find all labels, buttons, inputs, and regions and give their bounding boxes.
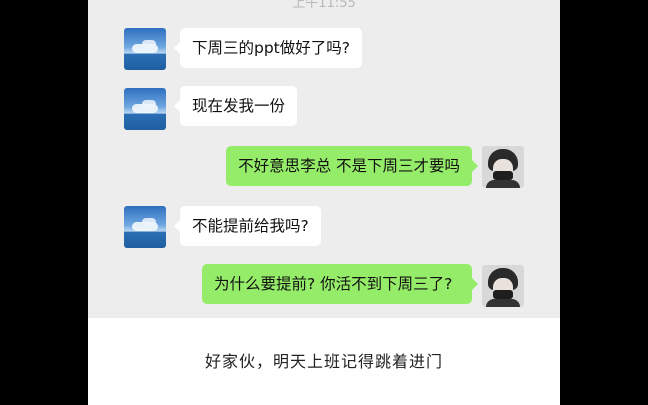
message-bubble-received[interactable]: 现在发我一份 [173, 86, 298, 126]
sender-avatar[interactable] [124, 206, 166, 248]
self-avatar[interactable] [482, 146, 524, 188]
message-bubble-received[interactable]: 不能提前给我吗? [174, 206, 321, 246]
message-bubble-sent[interactable]: 为什么要提前? 你活不到下周三了? [202, 264, 478, 304]
chat-screen: 上午11:55 下周三的ppt做好了吗? 现在发我一份 不好意思李总 不是下周三… [88, 0, 560, 405]
message-bubble-sent[interactable]: 不好意思李总 不是下周三才要吗 [226, 146, 478, 186]
message-timestamp: 上午11:55 [292, 0, 356, 11]
sender-avatar[interactable] [124, 88, 166, 130]
caption-panel: 好家伙，明天上班记得跳着进门 [88, 318, 560, 405]
message-bubble-received[interactable]: 下周三的ppt做好了吗? [174, 28, 362, 68]
sender-avatar[interactable] [124, 28, 166, 70]
self-avatar[interactable] [482, 265, 524, 307]
caption-text: 好家伙，明天上班记得跳着进门 [204, 352, 443, 371]
